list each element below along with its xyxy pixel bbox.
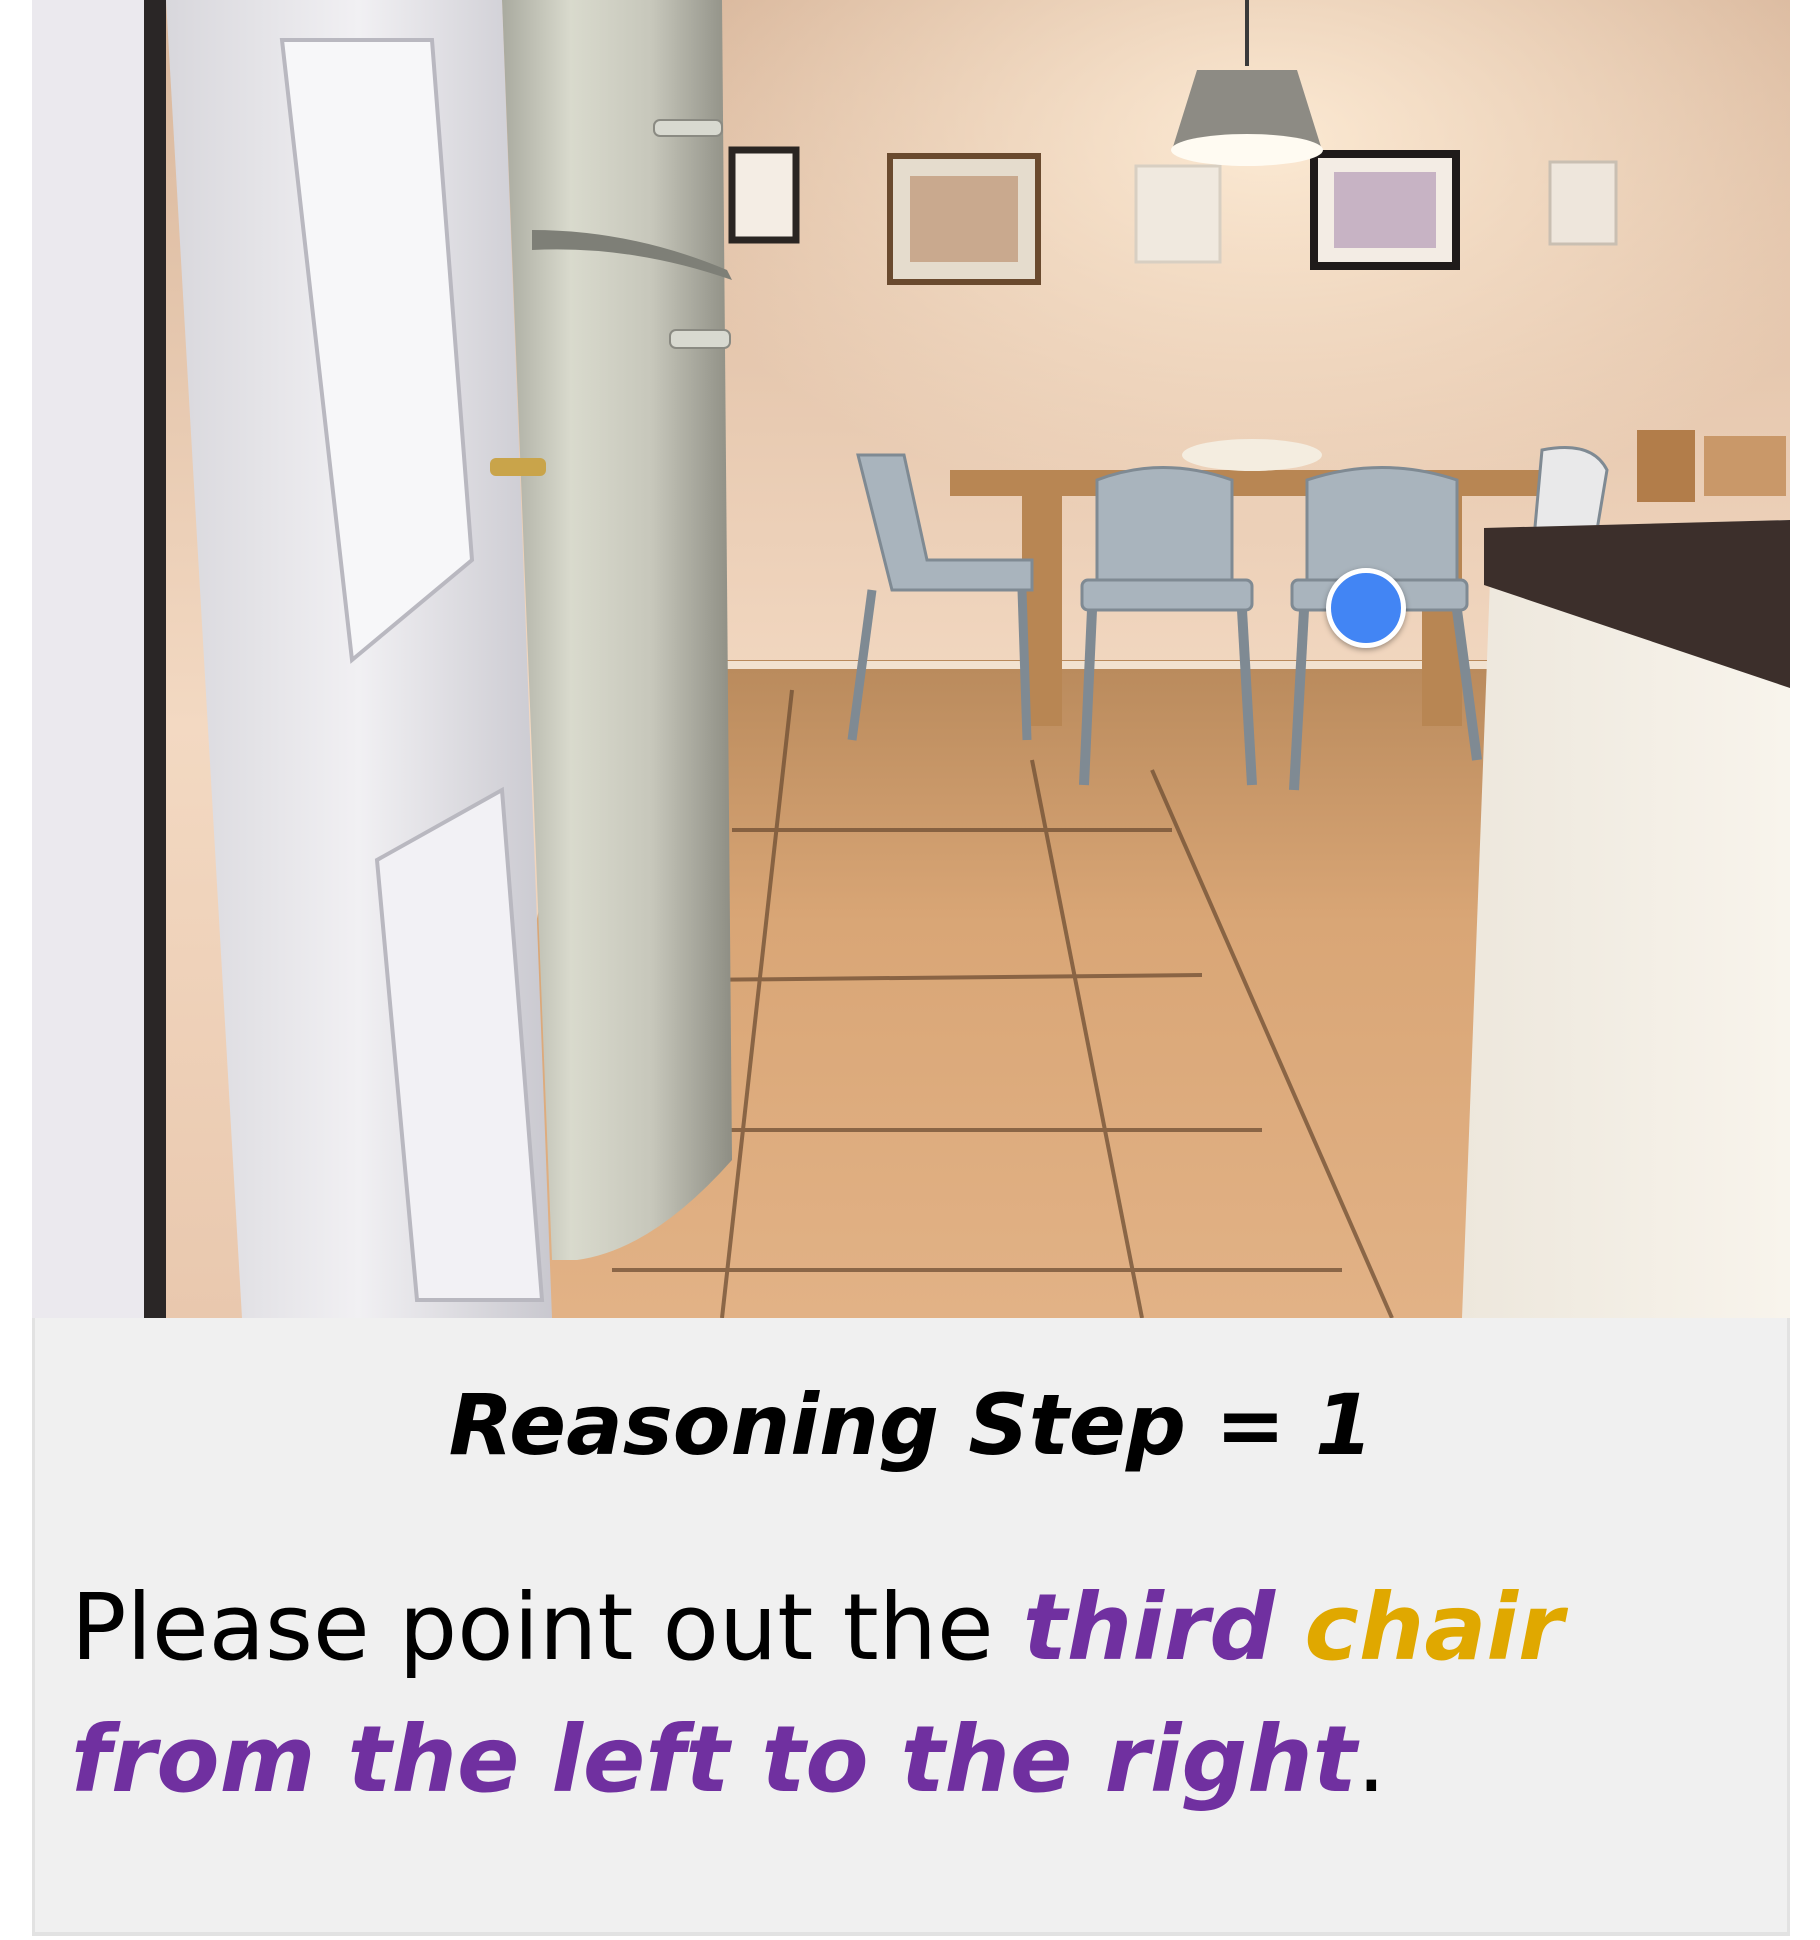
point-marker-dot <box>1326 568 1406 648</box>
reasoning-step-title: Reasoning Step = 1 <box>448 1376 1374 1474</box>
instruction-gap-1 <box>1275 1574 1304 1681</box>
reasoning-caption-panel: Reasoning Step = 1 Please point out the … <box>32 1318 1790 1936</box>
instruction-suffix: . <box>1356 1706 1386 1813</box>
figure-card: Reasoning Step = 1 Please point out the … <box>32 0 1790 1940</box>
kitchen-scene-illustration <box>32 0 1790 1318</box>
instruction-object-highlight: chair <box>1304 1574 1564 1681</box>
instruction-direction-highlight: from the left to the right <box>71 1706 1357 1813</box>
instruction-ordinal-highlight: third <box>1022 1574 1276 1681</box>
instruction-text: Please point out the third chair from th… <box>71 1562 1771 1826</box>
instruction-prefix: Please point out the <box>71 1574 1023 1681</box>
kitchen-photo <box>32 0 1790 1318</box>
